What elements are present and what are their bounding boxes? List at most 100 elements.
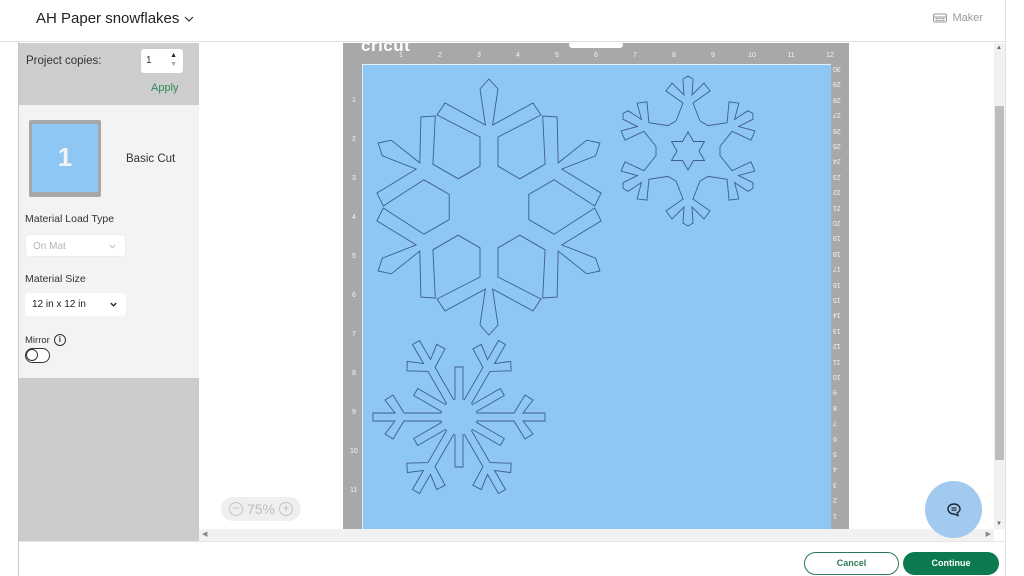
ruler-top-tick: 5 bbox=[555, 52, 559, 59]
material-size-label: Material Size bbox=[25, 273, 86, 285]
ruler-top-tick: 11 bbox=[787, 52, 795, 59]
ruler-right-tick: 8 bbox=[833, 403, 837, 411]
ruler-right-tick: 10 bbox=[833, 373, 841, 380]
snowflake-outline bbox=[372, 339, 546, 495]
ruler-right-tick: 14 bbox=[833, 311, 841, 319]
material-load-type-select[interactable]: On Mat bbox=[25, 234, 126, 257]
project-title-dropdown[interactable]: AH Paper snowflakes bbox=[36, 10, 195, 27]
ruler-right-tick: 12 bbox=[833, 342, 841, 350]
footer: Cancel Continue bbox=[19, 541, 1005, 576]
ruler-top-tick: 4 bbox=[516, 52, 520, 59]
cancel-button[interactable]: Cancel bbox=[804, 552, 899, 575]
toggle-knob bbox=[26, 349, 38, 361]
ruler-left-tick: 6 bbox=[352, 292, 356, 299]
scroll-right-arrow-icon[interactable]: ▶ bbox=[986, 530, 991, 538]
ruler-right-tick: 27 bbox=[833, 111, 841, 119]
ruler-right-tick: 7 bbox=[833, 419, 837, 427]
ruler-left-tick: 3 bbox=[352, 175, 356, 182]
mat-name: Basic Cut bbox=[126, 153, 176, 165]
mat-handle bbox=[569, 43, 623, 48]
zoom-control: − 75% + bbox=[221, 497, 301, 521]
ruler-right-tick: 4 bbox=[833, 465, 837, 473]
chat-button[interactable] bbox=[925, 481, 982, 538]
zoom-out-icon[interactable]: − bbox=[228, 502, 243, 516]
ruler-top-tick: 9 bbox=[711, 52, 715, 59]
ruler-left-tick: 1 bbox=[352, 97, 356, 104]
project-copies-panel: Project copies: 1 ▲ ▼ Apply bbox=[19, 43, 199, 105]
mat-thumbnail-surface: 1 bbox=[32, 124, 98, 192]
zoom-level: 75% bbox=[246, 501, 276, 517]
ruler-right-tick: 29 bbox=[833, 80, 841, 88]
snowflake-large[interactable] bbox=[371, 73, 607, 341]
mirror-label-row: Mirror i bbox=[25, 334, 66, 346]
increment-arrow-icon[interactable]: ▲ bbox=[170, 52, 177, 59]
ruler-right-tick: 3 bbox=[833, 480, 837, 488]
vertical-scrollbar[interactable]: ▲ ▼ bbox=[994, 43, 1005, 529]
snowflake-outline bbox=[620, 75, 756, 227]
ruler-top-tick: 8 bbox=[672, 52, 676, 59]
ruler-top-tick: 10 bbox=[748, 52, 756, 59]
mat-cut-area bbox=[362, 64, 831, 529]
app-window: AH Paper snowflakes Maker Project copies… bbox=[0, 0, 1024, 576]
material-size-value: 12 in x 12 in bbox=[32, 299, 86, 310]
ruler-left-tick: 8 bbox=[352, 370, 356, 377]
ruler-top-tick: 3 bbox=[477, 52, 481, 59]
snowflake-center-star bbox=[670, 131, 706, 171]
project-copies-value: 1 bbox=[146, 55, 152, 66]
ruler-right-tick: 25 bbox=[833, 142, 841, 149]
ruler-left-tick: 11 bbox=[350, 487, 358, 494]
ruler-right-tick: 2 bbox=[833, 496, 837, 504]
ruler-right-tick: 13 bbox=[833, 326, 841, 334]
ruler-top-tick: 2 bbox=[438, 52, 442, 59]
ruler-right-tick: 28 bbox=[833, 95, 841, 103]
ruler-top-tick: 6 bbox=[594, 52, 598, 59]
machine-selector[interactable]: Maker bbox=[933, 12, 983, 24]
machine-icon bbox=[933, 13, 948, 23]
ruler-right-tick: 23 bbox=[833, 172, 841, 180]
ruler-left-tick: 4 bbox=[352, 214, 356, 221]
snowflake-medium[interactable] bbox=[608, 71, 768, 231]
vertical-scroll-thumb[interactable] bbox=[995, 106, 1004, 460]
project-copies-label: Project copies: bbox=[26, 55, 102, 67]
mat-thumbnail[interactable]: 1 bbox=[29, 120, 101, 197]
ruler-left-tick: 2 bbox=[352, 136, 356, 143]
ruler-left-tick: 7 bbox=[352, 331, 356, 338]
material-size-select[interactable]: 12 in x 12 in bbox=[25, 293, 126, 316]
snowflake-outline bbox=[376, 78, 602, 336]
ruler-top-tick: 7 bbox=[633, 52, 637, 59]
zoom-in-icon[interactable]: + bbox=[279, 502, 294, 516]
material-load-type-label: Material Load Type bbox=[25, 213, 115, 225]
continue-button[interactable]: Continue bbox=[903, 552, 999, 575]
project-title: AH Paper snowflakes bbox=[36, 10, 180, 27]
material-load-type-value: On Mat bbox=[33, 241, 66, 252]
ruler-right-tick: 17 bbox=[833, 265, 841, 273]
chat-icon bbox=[946, 502, 961, 517]
ruler-right-tick: 19 bbox=[833, 234, 841, 242]
apply-button[interactable]: Apply bbox=[151, 82, 179, 94]
mirror-toggle[interactable] bbox=[25, 348, 50, 363]
right-border bbox=[1005, 0, 1006, 576]
ruler-right-tick: 22 bbox=[833, 188, 841, 196]
snowflake-small[interactable] bbox=[369, 337, 549, 497]
machine-label: Maker bbox=[952, 12, 983, 24]
mirror-label: Mirror bbox=[25, 334, 50, 346]
header: AH Paper snowflakes Maker bbox=[0, 0, 1005, 42]
ruler-right-tick: 20 bbox=[833, 219, 841, 226]
horizontal-scrollbar[interactable]: ◀ ▶ bbox=[199, 529, 994, 541]
ruler-right-tick: 1 bbox=[833, 511, 837, 519]
scroll-left-arrow-icon[interactable]: ◀ bbox=[202, 530, 207, 538]
ruler-right-tick: 16 bbox=[833, 280, 841, 288]
cutting-mat: cricut 1 2 3 4 5 6 7 8 9 10 11 12 1 2 3 4 5 6 7 8 9 10 11 30 2… bbox=[343, 43, 849, 529]
project-copies-input[interactable]: 1 ▲ ▼ bbox=[141, 49, 183, 73]
mat-preview-canvas[interactable]: cricut 1 2 3 4 5 6 7 8 9 10 11 12 1 2 3 4 5 6 7 8 9 10 11 30 2… bbox=[199, 43, 994, 529]
ruler-top-tick: 1 bbox=[399, 52, 403, 59]
ruler-right-tick: 6 bbox=[833, 434, 837, 442]
ruler-right-tick: 21 bbox=[833, 203, 841, 211]
info-icon[interactable]: i bbox=[53, 334, 66, 346]
scroll-down-arrow-icon[interactable]: ▼ bbox=[996, 521, 1002, 527]
scroll-up-arrow-icon[interactable]: ▲ bbox=[996, 45, 1002, 51]
ruler-right-tick: 18 bbox=[833, 249, 841, 257]
ruler-right-tick: 5 bbox=[833, 450, 837, 457]
ruler-right-tick: 15 bbox=[833, 296, 841, 303]
decrement-arrow-icon[interactable]: ▼ bbox=[170, 61, 177, 68]
